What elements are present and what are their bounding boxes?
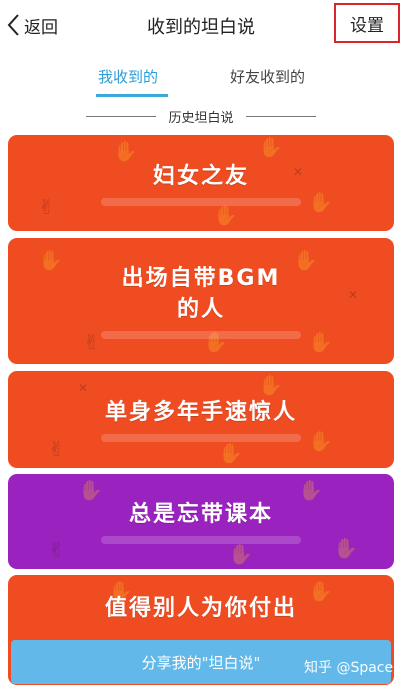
card-text: 值得别人为你付出 [104, 596, 297, 621]
hand-icon: ✌ [48, 437, 65, 461]
hand-icon: ✋ [258, 373, 283, 397]
cross-icon: ✕ [78, 381, 89, 395]
hand-icon: ✌ [38, 195, 55, 219]
card-text: 出场自带BGM 的人 [121, 266, 281, 322]
hand-icon: ✋ [113, 139, 138, 163]
hand-icon: ✋ [308, 429, 333, 453]
divider-left [86, 115, 157, 117]
divider-right [245, 115, 316, 117]
tab-friends-received[interactable]: 好友收到的 [230, 66, 305, 87]
tab-bar: 我收到的 好友收到的 [0, 58, 402, 100]
hand-icon: ✋ [228, 542, 253, 566]
blurred-subtext [101, 331, 301, 339]
hand-icon: ✋ [213, 203, 238, 227]
card-text: 妇女之友 [152, 163, 249, 189]
hand-icon: ✋ [308, 190, 333, 214]
hand-icon: ✋ [258, 135, 283, 159]
hand-icon: ✋ [293, 248, 318, 272]
confession-card[interactable]: ✋ ✌ ✋ ✋ ✕ 单身多年手速惊人 [8, 371, 394, 468]
confession-card[interactable]: ✋ ✋ ✌ ✋ ✋ 总是忘带课本 [8, 474, 394, 569]
history-section-header: 历史坦白说 [0, 106, 402, 126]
hand-icon: ✋ [308, 579, 333, 603]
tab-received[interactable]: 我收到的 [98, 66, 158, 87]
blurred-subtext [101, 536, 301, 544]
confession-card[interactable]: ✋ ✋ ✌ ✋ ✋ ✕ 出场自带BGM 的人 [8, 238, 394, 364]
top-bar: 返回 收到的坦白说 设置 [0, 0, 402, 52]
confession-card[interactable]: ✋ ✋ ✌ ✋ ✋ ✕ 妇女之友 [8, 135, 394, 231]
hand-icon: ✋ [218, 441, 243, 465]
hand-icon: ✋ [78, 478, 103, 502]
card-text: 总是忘带课本 [128, 502, 273, 527]
hand-icon: ✋ [308, 330, 333, 354]
history-section-label: 历史坦白说 [168, 110, 234, 126]
hand-icon: ✋ [298, 478, 323, 502]
hand-icon: ✋ [333, 536, 358, 560]
settings-button[interactable]: 设置 [334, 3, 400, 43]
cross-icon: ✕ [293, 165, 304, 179]
blurred-subtext [101, 434, 301, 442]
hand-icon: ✌ [48, 538, 65, 562]
watermark: 知乎 @Space [304, 660, 394, 676]
cross-icon: ✕ [348, 288, 359, 302]
active-tab-indicator [96, 94, 168, 97]
hand-icon: ✌ [83, 330, 100, 354]
blurred-subtext [101, 197, 301, 206]
hand-icon: ✋ [38, 248, 63, 272]
card-text: 单身多年手速惊人 [104, 400, 297, 425]
